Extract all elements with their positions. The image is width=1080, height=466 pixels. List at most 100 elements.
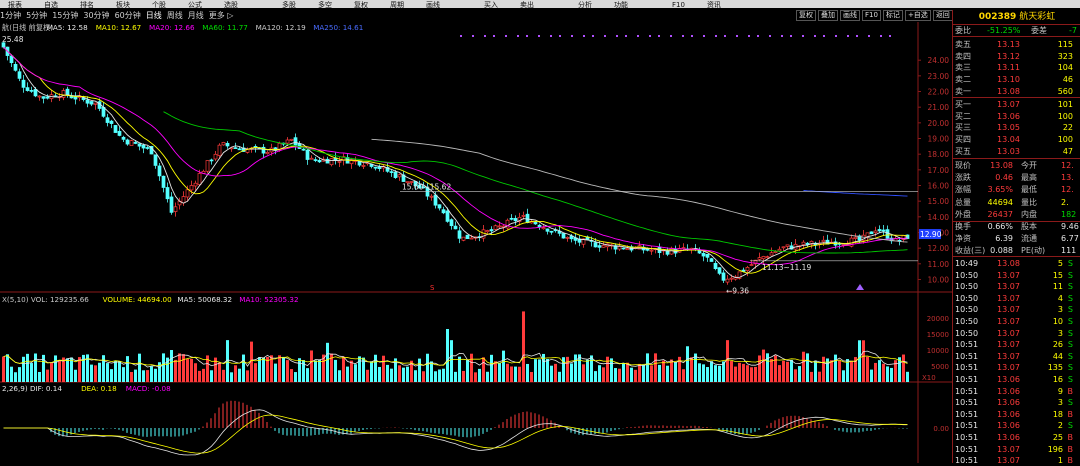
volume-bar bbox=[98, 362, 101, 382]
period-tab[interactable]: 60分钟 bbox=[115, 10, 141, 22]
toolbar-button[interactable]: +自选 bbox=[904, 10, 931, 21]
menu-item[interactable]: 分析 bbox=[578, 1, 592, 8]
signal-dot bbox=[691, 35, 693, 37]
toolbar-button[interactable]: 叠加 bbox=[818, 10, 838, 21]
ask-price[interactable]: 13.13 bbox=[997, 39, 1020, 50]
tick-time: 10:51 bbox=[955, 351, 979, 361]
ask-label: 卖三 bbox=[955, 63, 971, 73]
ask-price[interactable]: 13.12 bbox=[997, 51, 1020, 62]
volume-bar bbox=[670, 359, 673, 382]
ask-price[interactable]: 13.08 bbox=[997, 86, 1020, 97]
menu-item[interactable]: 板块 bbox=[116, 1, 130, 8]
candle-body bbox=[121, 136, 126, 140]
period-tab[interactable]: 日线 bbox=[146, 10, 162, 22]
toolbar-button[interactable]: 画线 bbox=[840, 10, 860, 21]
signal-dot bbox=[847, 35, 849, 37]
menu-item[interactable]: 复权 bbox=[354, 1, 368, 8]
tick-price: 13.07 bbox=[997, 328, 1020, 338]
volume-bar bbox=[782, 360, 785, 382]
stock-name: 航天彩虹 bbox=[1019, 12, 1056, 22]
volume-bar bbox=[830, 360, 833, 382]
toolbar-button[interactable]: F10 bbox=[862, 10, 881, 21]
menu-item[interactable]: 买入 bbox=[484, 1, 498, 8]
bid-price[interactable]: 13.07 bbox=[997, 99, 1020, 110]
stock-chart[interactable]: 24.00 23.00 22.00 21.00 20.00 19.00 18.00 17.00… bbox=[0, 22, 952, 463]
bid-price[interactable]: 13.04 bbox=[997, 134, 1020, 145]
volume-bar bbox=[478, 368, 481, 382]
candle-body bbox=[225, 142, 230, 147]
candle-body bbox=[69, 96, 74, 99]
period-tab[interactable]: 1分钟 bbox=[0, 10, 21, 22]
menu-item[interactable]: 卖出 bbox=[520, 1, 534, 8]
menu-item[interactable]: 排名 bbox=[80, 1, 94, 8]
period-tab[interactable]: 15分钟 bbox=[52, 10, 78, 22]
tick-time: 10:51 bbox=[955, 421, 979, 431]
volume-bar bbox=[750, 367, 753, 382]
toolbar-button[interactable]: 标记 bbox=[882, 10, 903, 21]
high-annotation: 25.48 bbox=[2, 35, 24, 44]
candle-body bbox=[109, 120, 114, 124]
tick-direction: S bbox=[1067, 421, 1073, 431]
period-tab[interactable]: 30分钟 bbox=[83, 10, 109, 22]
candle-body bbox=[453, 225, 458, 230]
volume-bar bbox=[802, 351, 805, 382]
volume-bar bbox=[314, 360, 317, 382]
candle-body bbox=[465, 234, 470, 239]
volume-bar bbox=[414, 370, 417, 382]
toolbar-button[interactable]: 返回 bbox=[932, 10, 953, 21]
volume-bar bbox=[242, 354, 245, 382]
menu-item[interactable]: 多空 bbox=[318, 1, 332, 8]
candle-body bbox=[33, 89, 38, 97]
period-tab[interactable]: 周线 bbox=[167, 10, 183, 22]
period-tab[interactable]: 月线 bbox=[188, 10, 204, 22]
menu-item[interactable]: 多股 bbox=[282, 1, 296, 8]
ask-price[interactable]: 13.10 bbox=[997, 74, 1020, 85]
volume-bar bbox=[806, 353, 809, 382]
candle-body bbox=[221, 142, 226, 146]
candle-body bbox=[85, 99, 90, 104]
menu-item[interactable]: 周期 bbox=[390, 1, 404, 8]
toolbar-button[interactable]: 复权 bbox=[796, 10, 816, 21]
stat-label: 收益(三) bbox=[955, 246, 986, 256]
volume-bar bbox=[798, 366, 801, 382]
candle-body bbox=[525, 213, 530, 224]
volume-bar bbox=[390, 368, 393, 382]
volume-bar bbox=[754, 366, 757, 382]
tick-time: 10:49 bbox=[955, 259, 979, 268]
stat-value: 0.46 bbox=[995, 173, 1013, 183]
tick-direction: B bbox=[1067, 409, 1074, 419]
candle-body bbox=[61, 90, 66, 98]
volume-bar bbox=[326, 342, 329, 382]
volume-bar bbox=[378, 366, 381, 382]
tick-time: 10:50 bbox=[955, 328, 979, 338]
volume-bar bbox=[666, 365, 669, 382]
bid-price[interactable]: 13.03 bbox=[997, 146, 1020, 157]
volume-bar bbox=[446, 329, 449, 382]
menu-item[interactable]: 个股 bbox=[152, 1, 166, 8]
volume-bar bbox=[838, 360, 841, 382]
volume-bar bbox=[194, 363, 197, 382]
bid-price[interactable]: 13.05 bbox=[997, 122, 1020, 133]
menu-item[interactable]: 自选 bbox=[44, 1, 58, 8]
candle-body bbox=[769, 252, 774, 256]
volume-bar bbox=[758, 355, 761, 382]
signal-dot bbox=[616, 35, 618, 37]
bid-price[interactable]: 13.06 bbox=[997, 111, 1020, 122]
menu-item[interactable]: 功能 bbox=[614, 1, 628, 8]
volume-bar bbox=[646, 353, 649, 382]
menu-item[interactable]: 画线 bbox=[426, 1, 440, 8]
period-tab[interactable]: 5分钟 bbox=[26, 10, 47, 22]
menu-item[interactable]: 报表 bbox=[8, 1, 22, 8]
volume-bar bbox=[154, 368, 157, 382]
ask-price[interactable]: 13.11 bbox=[997, 62, 1020, 73]
signal-dot bbox=[484, 35, 486, 37]
volume-bar bbox=[818, 371, 821, 382]
price-tick-label: 19.00 bbox=[928, 135, 950, 144]
menu-item[interactable]: 资讯 bbox=[707, 1, 721, 8]
menu-item[interactable]: F10 bbox=[672, 1, 685, 8]
volume-bar bbox=[890, 367, 893, 382]
menu-item[interactable]: 公式 bbox=[188, 1, 202, 8]
menu-item[interactable]: 选股 bbox=[224, 1, 238, 8]
period-tab[interactable]: 更多 ▷ bbox=[209, 10, 234, 22]
volume-bar bbox=[558, 371, 561, 382]
